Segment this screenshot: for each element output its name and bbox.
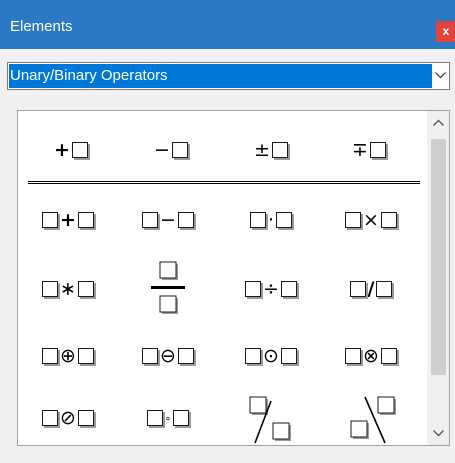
placeholder-box: [280, 281, 297, 297]
placeholder-box: [369, 142, 386, 158]
placeholder-box: [177, 348, 194, 364]
wide-slash-icon: [249, 396, 291, 444]
elements-grid: + − ± ∓ + − · × ∗ ÷ / ⊕ ⊖ ⊙ ⊗ ⊘ ∘: [17, 110, 450, 446]
placeholder-box: [77, 212, 94, 228]
placeholder-box: [173, 410, 190, 426]
element-binary-slash[interactable]: /: [331, 274, 411, 304]
close-button[interactable]: x: [436, 21, 455, 42]
element-binary-asterisk[interactable]: ∗: [28, 274, 108, 304]
element-unary-plus[interactable]: +: [40, 135, 100, 165]
placeholder-box: [177, 212, 194, 228]
chevron-down-icon: [435, 72, 446, 79]
element-binary-ominus[interactable]: ⊖: [128, 341, 208, 371]
operator-symbol: −: [154, 138, 170, 161]
dropdown-button[interactable]: [432, 63, 449, 89]
placeholder-box: [142, 212, 159, 228]
element-wide-backslash[interactable]: [345, 389, 401, 445]
element-binary-minus[interactable]: −: [128, 205, 208, 235]
placeholder-box: [249, 212, 266, 228]
placeholder-box: [280, 348, 297, 364]
element-binary-times[interactable]: ×: [331, 205, 411, 235]
operator-symbol: ⊘: [60, 406, 76, 429]
placeholder-box: [42, 410, 59, 426]
operator-symbol: ∗: [60, 277, 76, 300]
placeholder-box: [77, 410, 94, 426]
group-separator: [28, 181, 420, 184]
element-unary-minusplus[interactable]: ∓: [338, 135, 398, 165]
element-wide-slash[interactable]: [243, 389, 299, 445]
element-binary-cdot[interactable]: ·: [231, 205, 311, 235]
placeholder-box: [380, 212, 397, 228]
operator-symbol: +: [60, 208, 76, 231]
placeholder-box: [142, 348, 159, 364]
placeholder-box: [349, 281, 366, 297]
element-fraction[interactable]: [146, 257, 190, 321]
placeholder-box: [77, 348, 94, 364]
category-dropdown[interactable]: Unary/Binary Operators: [7, 62, 450, 90]
placeholder-box: [245, 281, 262, 297]
wide-backslash-icon: [350, 396, 396, 444]
placeholder-box: [345, 212, 362, 228]
vertical-scrollbar[interactable]: [427, 111, 449, 445]
placeholder-box: [42, 281, 59, 297]
operator-symbol: ∓: [352, 138, 368, 161]
element-binary-circ[interactable]: ∘: [128, 403, 208, 433]
operator-symbol: ±: [254, 138, 270, 161]
operator-symbol: ⊕: [60, 344, 76, 367]
chevron-down-icon[interactable]: [433, 429, 444, 437]
chevron-up-icon[interactable]: [433, 119, 444, 127]
placeholder-box: [245, 348, 262, 364]
category-selected-value: Unary/Binary Operators: [9, 64, 433, 88]
placeholder-box: [271, 142, 288, 158]
placeholder-box: [146, 410, 163, 426]
placeholder-box: [42, 212, 59, 228]
title-bar: Elements x: [0, 0, 455, 49]
element-binary-otimes[interactable]: ⊗: [331, 341, 411, 371]
placeholder-box: [71, 142, 88, 158]
placeholder-box: [42, 348, 59, 364]
element-binary-divide[interactable]: ÷: [231, 274, 311, 304]
operator-symbol: /: [367, 277, 375, 300]
operator-symbol: ⊙: [263, 344, 279, 367]
operator-symbol: ÷: [263, 277, 279, 300]
scrollbar-thumb[interactable]: [431, 139, 446, 375]
elements-panel: Elements x Unary/Binary Operators + − ± …: [0, 0, 455, 463]
placeholder-box: [171, 142, 188, 158]
element-binary-oplus[interactable]: ⊕: [28, 341, 108, 371]
operator-symbol: +: [54, 138, 70, 161]
panel-title: Elements: [10, 18, 73, 35]
element-binary-odot[interactable]: ⊙: [231, 341, 311, 371]
element-binary-oslash[interactable]: ⊘: [28, 403, 108, 433]
placeholder-box: [376, 281, 393, 297]
fraction-icon: [151, 261, 185, 314]
operator-symbol: ∘: [164, 411, 172, 425]
operator-symbol: ×: [363, 208, 379, 231]
element-unary-minus[interactable]: −: [140, 135, 200, 165]
placeholder-box: [345, 348, 362, 364]
element-binary-plus[interactable]: +: [28, 205, 108, 235]
placeholder-box: [276, 212, 293, 228]
close-icon: x: [442, 24, 450, 38]
operator-symbol: ·: [267, 208, 275, 231]
placeholder-box: [77, 281, 94, 297]
operator-symbol: ⊗: [363, 344, 379, 367]
element-unary-plusminus[interactable]: ±: [240, 135, 300, 165]
operator-symbol: −: [160, 208, 176, 231]
operator-symbol: ⊖: [160, 344, 176, 367]
placeholder-box: [380, 348, 397, 364]
